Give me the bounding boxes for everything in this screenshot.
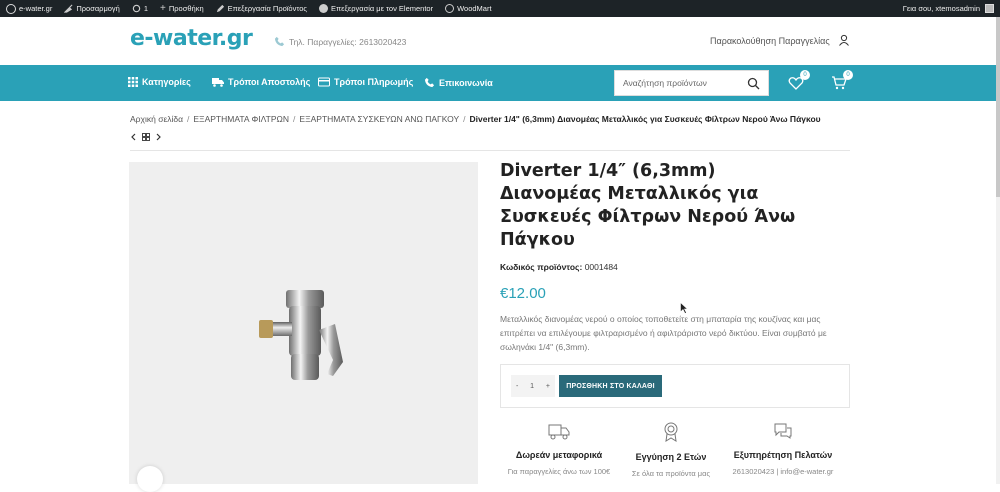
feature-title: Δωρεάν μεταφορικά — [515, 450, 603, 460]
admin-bar-edit-product-label: Επεξεργασία Προϊόντος — [227, 4, 307, 13]
refresh-icon — [132, 4, 141, 13]
qty-plus-button[interactable]: + — [546, 383, 550, 390]
grid-icon[interactable] — [142, 133, 150, 141]
avatar — [985, 4, 994, 13]
admin-bar-new[interactable]: + Προσθήκη — [154, 0, 210, 17]
feature-subtitle: 2613020423 | info@e-water.gr — [732, 467, 834, 476]
user-icon[interactable] — [838, 34, 850, 46]
nav-shipping[interactable]: Τρόποι Αποστολής — [212, 77, 310, 87]
main-navbar: Κατηγορίες Τρόποι Αποστολής Τρόποι Πληρω… — [0, 65, 996, 101]
breadcrumb-current: Diverter 1/4" (6,3mm) Διανομέας Μεταλλικ… — [469, 114, 821, 124]
admin-bar-updates-count: 1 — [143, 4, 149, 13]
admin-bar-elementor[interactable]: Επεξεργασία με τον Elementor — [313, 0, 439, 17]
nav-categories[interactable]: Κατηγορίες — [128, 77, 191, 87]
scrollbar-thumb[interactable] — [996, 17, 1000, 197]
search-icon[interactable] — [747, 77, 760, 90]
truck-icon — [212, 78, 224, 87]
admin-bar-site[interactable]: e-water.gr — [0, 0, 58, 17]
nav-categories-label: Κατηγορίες — [142, 77, 191, 87]
admin-bar: e-water.gr Προσαρμογή 1 + Προσθήκη Επεξε… — [0, 0, 1000, 17]
quantity-stepper: - 1 + — [511, 375, 555, 397]
admin-bar-elementor-label: Επεξεργασία με τον Elementor — [331, 4, 434, 13]
breadcrumb-cat1[interactable]: ΕΞΑΡΤΗΜΑΤΑ ΦΙΛΤΡΩΝ — [193, 114, 289, 124]
chat-icon — [774, 423, 792, 439]
product-image — [259, 290, 343, 380]
admin-bar-customize[interactable]: Προσαρμογή — [58, 0, 126, 17]
grid-icon — [128, 77, 138, 87]
feature-title: Εξυπηρέτηση Πελατών — [733, 450, 833, 460]
mouse-cursor-icon — [680, 302, 688, 314]
cart-button[interactable]: 0 — [831, 70, 853, 91]
brush-icon — [64, 4, 73, 13]
chevron-left-icon[interactable] — [130, 133, 137, 141]
page-scrollbar[interactable] — [996, 17, 1000, 484]
phone-icon — [424, 77, 435, 88]
woodmart-icon — [445, 4, 455, 13]
divider — [130, 150, 850, 151]
plus-icon: + — [160, 3, 166, 14]
feature-subtitle: Για παραγγελίες άνω των 100€ — [507, 467, 611, 476]
feature-support: Εξυπηρέτηση Πελατών 2613020423 | info@e-… — [723, 422, 843, 476]
sku-value: 0001484 — [584, 262, 618, 272]
sku-label: Κωδικός προϊόντος: — [500, 262, 583, 272]
search-form — [614, 70, 769, 96]
admin-bar-edit-product[interactable]: Επεξεργασία Προϊόντος — [210, 0, 313, 17]
admin-bar-site-label: e-water.gr — [19, 4, 53, 13]
truck-icon — [548, 424, 570, 440]
feature-title: Εγγύηση 2 Ετών — [635, 452, 707, 462]
add-to-cart-form: - 1 + ΠΡΟΣΘΗΚΗ ΣΤΟ ΚΑΛΑΘΙ — [500, 364, 850, 408]
award-icon — [664, 422, 678, 442]
product-sku: Κωδικός προϊόντος: 0001484 — [500, 262, 618, 272]
gallery-zoom-button[interactable] — [137, 466, 163, 492]
search-input[interactable] — [615, 71, 740, 95]
admin-bar-updates[interactable]: 1 — [126, 0, 154, 17]
feature-warranty: Εγγύηση 2 Ετών Σε όλα τα προϊόντα μας — [611, 422, 731, 478]
wishlist-button[interactable]: 0 — [788, 70, 810, 91]
nav-contact-label: Επικοινωνία — [439, 77, 493, 88]
card-icon — [318, 77, 330, 87]
phone-icon — [274, 36, 285, 47]
site-header: e-water.gr Τηλ. Παραγγελίες: 2613020423 … — [0, 17, 996, 65]
elementor-icon — [319, 4, 328, 13]
pencil-icon — [216, 4, 224, 13]
track-order-link[interactable]: Παρακολούθηση Παραγγελίας — [710, 36, 830, 46]
nav-shipping-label: Τρόποι Αποστολής — [228, 77, 311, 87]
feature-subtitle: Σε όλα τα προϊόντα μας — [631, 469, 711, 478]
header-phone-text: Τηλ. Παραγγελίες: 2613020423 — [289, 36, 407, 47]
product-description: Μεταλλικός διανομέας νερού ο οποίος τοπο… — [500, 314, 827, 352]
nav-payment[interactable]: Τρόποι Πληρωμής — [318, 77, 413, 87]
header-phone: Τηλ. Παραγγελίες: 2613020423 — [274, 36, 406, 47]
admin-bar-woodmart[interactable]: WoodMart — [439, 0, 497, 17]
product-price: €12.00 — [500, 285, 546, 302]
wordpress-icon — [6, 3, 16, 14]
product-navigation — [130, 133, 162, 141]
cart-count-badge: 0 — [843, 70, 853, 80]
site-logo[interactable]: e-water.gr — [130, 26, 253, 51]
admin-bar-woodmart-label: WoodMart — [457, 4, 492, 13]
wishlist-count-badge: 0 — [800, 70, 810, 80]
breadcrumb: Αρχική σελίδα / ΕΞΑΡΤΗΜΑΤΑ ΦΙΛΤΡΩΝ / ΕΞΑΡΤΗΜ… — [130, 114, 821, 124]
qty-minus-button[interactable]: - — [516, 383, 518, 390]
admin-bar-account[interactable]: Γεια σου, xtemosadmin — [897, 0, 1000, 17]
admin-bar-customize-label: Προσαρμογή — [76, 4, 120, 13]
breadcrumb-cat2[interactable]: ΕΞΑΡΤΗΜΑΤΑ ΣΥΣΚΕΥΩΝ ΑΝΩ ΠΑΓΚΟΥ — [299, 114, 459, 124]
feature-shipping: Δωρεάν μεταφορικά Για παραγγελίες άνω τω… — [499, 422, 619, 476]
admin-bar-greeting: Γεια σου, xtemosadmin — [902, 4, 980, 13]
admin-bar-new-label: Προσθήκη — [168, 4, 204, 13]
add-to-cart-button[interactable]: ΠΡΟΣΘΗΚΗ ΣΤΟ ΚΑΛΑΘΙ — [559, 375, 662, 397]
chevron-right-icon[interactable] — [155, 133, 162, 141]
qty-input[interactable]: 1 — [530, 383, 534, 390]
logo-text: e-water.gr — [130, 26, 253, 51]
product-gallery[interactable] — [129, 162, 478, 492]
nav-contact[interactable]: Επικοινωνία — [424, 77, 493, 88]
breadcrumb-home[interactable]: Αρχική σελίδα — [130, 114, 183, 124]
nav-payment-label: Τρόποι Πληρωμής — [334, 77, 414, 87]
product-title: Diverter 1/4″ (6,3mm) Διανομέας Μεταλλικ… — [500, 161, 796, 250]
